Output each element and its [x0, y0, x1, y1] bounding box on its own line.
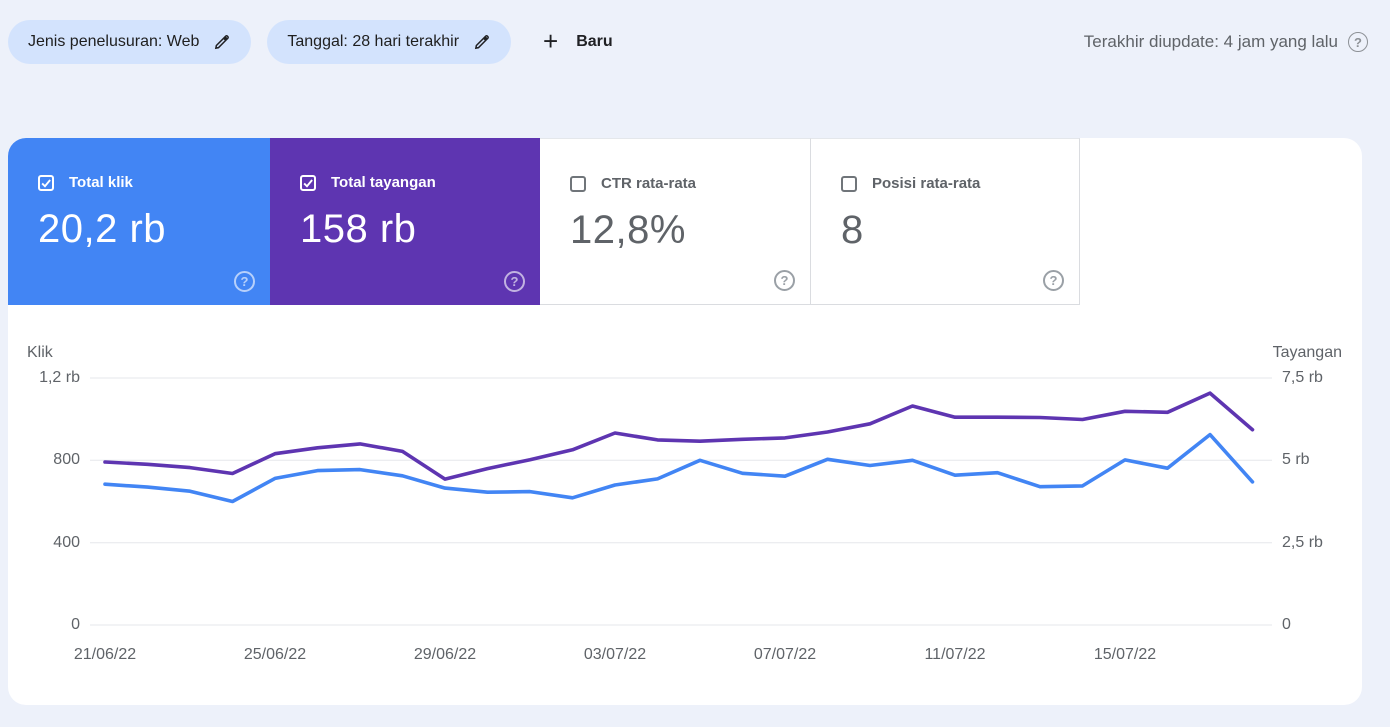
checkbox-checked-icon[interactable] — [38, 174, 54, 191]
metric-label: CTR rata-rata — [601, 175, 697, 192]
axis-tick-label: 2,5 rb — [1282, 533, 1323, 551]
help-icon[interactable]: ? — [774, 270, 795, 291]
metric-card-posisi[interactable]: Posisi rata-rata 8 ? — [810, 138, 1080, 305]
metric-value: 12,8% — [570, 208, 686, 252]
metric-card-total-klik[interactable]: Total klik 20,2 rb ? — [8, 138, 270, 305]
last-updated-text: Terakhir diupdate: 4 jam yang lalu — [1083, 32, 1338, 51]
help-icon[interactable]: ? — [1043, 270, 1064, 291]
metric-value: 8 — [841, 208, 864, 252]
performance-chart: Klik Tayangan 0 400 800 1,2 rb 0 2,5 rb 5 rb 7… — [8, 305, 1362, 705]
axis-tick-label: 11/07/22 — [924, 646, 986, 663]
axis-tick-label: 29/06/22 — [413, 646, 477, 663]
plus-icon: + — [543, 26, 559, 56]
checkbox-unchecked-icon[interactable] — [841, 175, 857, 192]
axis-tick-label: 800 — [53, 451, 80, 469]
date-range-chip-label: Tanggal: 28 hari terakhir — [287, 33, 460, 50]
new-filter-button[interactable]: + Baru — [543, 26, 613, 56]
last-updated-status: Terakhir diupdate: 4 jam yang lalu ? — [1084, 32, 1368, 52]
checkbox-checked-icon[interactable] — [300, 174, 316, 191]
metric-cards-row: Total klik 20,2 rb ? Total tayangan 158 … — [8, 138, 1362, 305]
edit-icon — [473, 33, 491, 51]
help-icon[interactable]: ? — [1348, 32, 1368, 52]
checkbox-unchecked-icon[interactable] — [570, 175, 586, 192]
axis-tick-label: 1,2 rb — [39, 369, 80, 386]
metric-value: 20,2 rb — [38, 207, 167, 251]
metric-card-total-tayangan[interactable]: Total tayangan 158 rb ? — [270, 138, 540, 305]
axis-tick-label: 5 rb — [1282, 451, 1310, 469]
edit-icon — [213, 33, 231, 51]
axis-tick-label: 15/07/22 — [1093, 646, 1157, 663]
help-icon[interactable]: ? — [504, 271, 525, 292]
axis-tick-label: 0 — [1282, 616, 1291, 633]
search-type-chip-label: Jenis penelusuran: Web — [28, 33, 200, 50]
metric-label: Posisi rata-rata — [872, 175, 981, 192]
axis-tick-label: 07/07/22 — [753, 646, 817, 663]
axis-tick-label: 03/07/22 — [583, 646, 647, 663]
axis-tick-label: 25/06/22 — [243, 646, 307, 663]
metric-value: 158 rb — [300, 207, 417, 251]
tayangan-line[interactable] — [103, 391, 1255, 481]
axis-tick-label: 0 — [71, 616, 80, 633]
search-type-chip[interactable]: Jenis penelusuran: Web — [8, 20, 252, 64]
klik-line[interactable] — [103, 432, 1255, 504]
metric-card-ctr[interactable]: CTR rata-rata 12,8% ? — [540, 138, 810, 305]
axis-tick-label: 400 — [53, 533, 80, 551]
axis-tick-label: 7,5 rb — [1282, 369, 1323, 386]
filter-bar: Jenis penelusuran: Web Tanggal: 28 hari … — [8, 20, 1368, 64]
axis-tick-label: 21/06/22 — [73, 646, 137, 663]
new-filter-label: Baru — [576, 33, 613, 50]
chart-canvas — [90, 377, 1272, 626]
date-range-chip[interactable]: Tanggal: 28 hari terakhir — [267, 20, 512, 64]
help-icon[interactable]: ? — [234, 271, 255, 292]
metric-label: Total tayangan — [331, 174, 436, 191]
performance-panel: Total klik 20,2 rb ? Total tayangan 158 … — [8, 138, 1362, 705]
metric-label: Total klik — [69, 174, 133, 191]
